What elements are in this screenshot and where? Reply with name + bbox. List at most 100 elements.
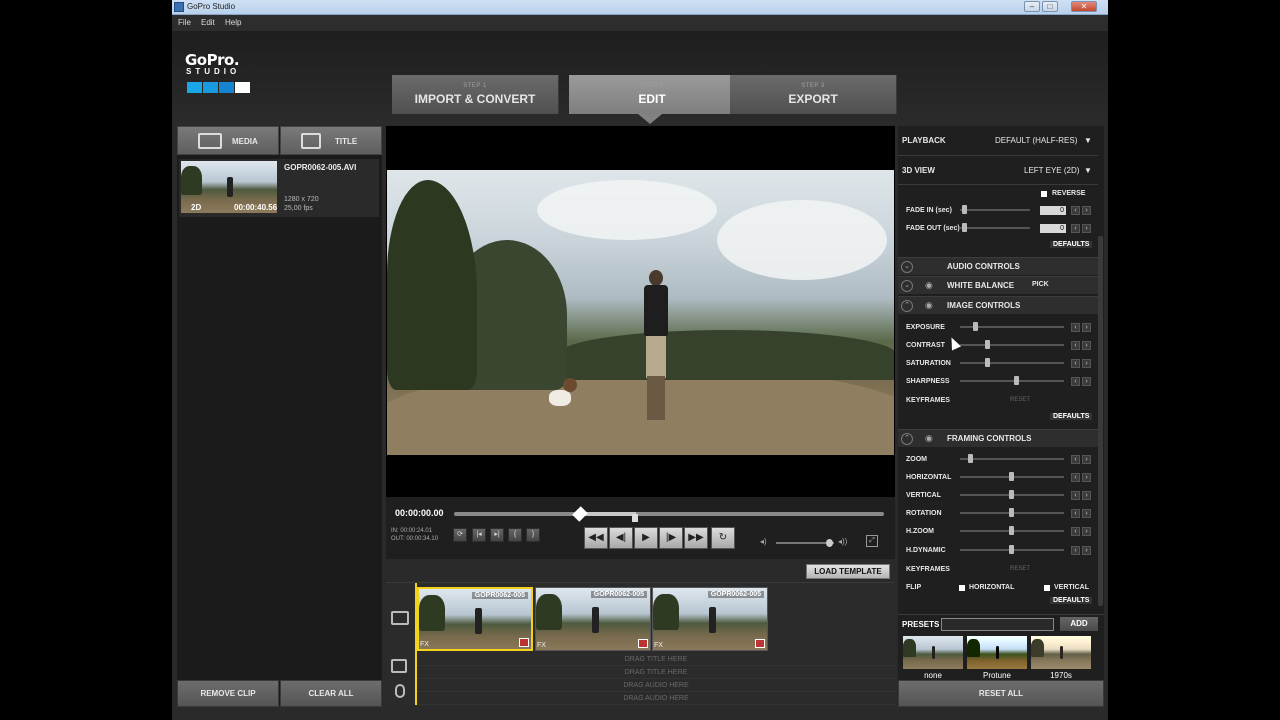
flip-horizontal-checkbox[interactable] [959,585,965,591]
media-clip-item[interactable]: 2D 00:00:40.56 GOPR0062-005.AVI 1280 x 7… [179,159,379,217]
title-drop-zone[interactable]: DRAG TITLE HERE [416,667,896,679]
fade-in-value[interactable]: 0 [1040,206,1066,215]
go-to-out-button[interactable]: ▸| [490,528,504,542]
fade-out-slider[interactable] [960,223,1030,232]
exposure-slider[interactable] [960,322,1064,331]
flip-vertical-checkbox[interactable] [1044,585,1050,591]
h-zoom-slider[interactable] [960,526,1064,535]
defaults-button[interactable]: DEFAULTS [1050,241,1093,248]
defaults-button[interactable]: DEFAULTS [1050,413,1093,420]
timeline-clip[interactable]: GOPR0062-005 FX [417,587,533,651]
preset-thumbnail[interactable] [1031,636,1091,669]
chevron-down-icon[interactable]: ▼ [1084,166,1094,175]
maximize-button[interactable]: □ [1042,1,1058,12]
chevron-down-icon[interactable]: ▼ [1084,136,1094,145]
menu-help[interactable]: Help [225,18,241,27]
audio-drop-zone[interactable]: DRAG AUDIO HERE [416,693,896,705]
zoom-arrows[interactable]: ‹ › [1071,455,1093,464]
scrub-bar[interactable] [454,506,884,522]
expand-icon[interactable]: ⌄ [901,280,913,292]
defaults-button[interactable]: DEFAULTS [1050,597,1093,604]
contrast-label: CONTRAST [906,342,945,349]
contrast-arrows[interactable]: ‹ › [1071,341,1093,350]
eye-icon[interactable]: ◉ [925,280,937,292]
loop-selection-button[interactable]: ⟳ [453,528,467,542]
image-controls-header[interactable]: ⌃ ◉ IMAGE CONTROLS [898,296,1098,314]
h-dynamic-arrows[interactable]: ‹ › [1071,546,1093,555]
fade-in-slider[interactable] [960,205,1030,214]
fade-out-value[interactable]: 0 [1040,224,1066,233]
collapse-icon[interactable]: ⌃ [901,433,913,445]
add-preset-button[interactable]: ADD [1060,617,1098,631]
load-template-button[interactable]: LOAD TEMPLATE [806,564,890,579]
tab-media[interactable]: MEDIA [177,126,279,155]
sharpness-arrows[interactable]: ‹ › [1071,377,1093,386]
vertical-arrows[interactable]: ‹ › [1071,491,1093,500]
step-forward-button[interactable]: |▶ [659,527,683,549]
audio-drop-zone[interactable]: DRAG AUDIO HERE [416,680,896,692]
saturation-arrows[interactable]: ‹ › [1071,359,1093,368]
pick-button[interactable]: PICK [1032,281,1072,288]
timeline-clip[interactable]: GOPR0062-005 FX [652,587,768,651]
h-dynamic-slider[interactable] [960,545,1064,554]
set-in-button[interactable]: { [508,528,522,542]
vertical-slider[interactable] [960,490,1064,499]
fade-in-arrows[interactable]: ‹ › [1071,206,1093,215]
fast-forward-button[interactable]: ▶▶ [684,527,708,549]
reset-all-button[interactable]: RESET ALL [898,680,1104,707]
fx-label[interactable]: FX [420,641,429,648]
horizontal-slider[interactable] [960,472,1064,481]
sharpness-slider[interactable] [960,376,1064,385]
preset-name-input[interactable] [941,618,1054,631]
fx-label[interactable]: FX [537,642,546,649]
saturation-slider[interactable] [960,358,1064,367]
reverse-checkbox[interactable] [1041,191,1047,197]
rewind-button[interactable]: ◀◀ [584,527,608,549]
rotation-slider[interactable] [960,508,1064,517]
zoom-slider[interactable] [960,454,1064,463]
minimize-button[interactable]: – [1024,1,1040,12]
volume-knob[interactable] [826,539,833,547]
go-to-in-button[interactable]: |◂ [472,528,486,542]
step-export[interactable]: STEP 3 EXPORT [730,75,897,114]
preset-thumbnail[interactable] [967,636,1027,669]
menu-edit[interactable]: Edit [201,18,215,27]
fade-out-arrows[interactable]: ‹ › [1071,224,1093,233]
framing-controls-header[interactable]: ⌃ ◉ FRAMING CONTROLS [898,429,1098,447]
horizontal-arrows[interactable]: ‹ › [1071,473,1093,482]
preset-thumbnail[interactable] [903,636,963,669]
in-point-handle[interactable] [572,506,588,522]
panel-scrollbar[interactable] [1098,236,1103,606]
tab-title[interactable]: TITLE [280,126,382,155]
timeline-clip[interactable]: GOPR0062-005 FX [535,587,651,651]
white-balance-header[interactable]: ⌄ ◉ WHITE BALANCE PICK [898,276,1098,294]
step-edit[interactable]: STEP 2 EDIT [569,75,736,114]
fx-label[interactable]: FX [654,642,663,649]
reset-keyframes-button[interactable]: RESET [1010,397,1030,403]
loop-button[interactable]: ↻ [711,527,735,549]
remove-clip-button[interactable]: REMOVE CLIP [177,680,279,707]
eye-icon[interactable]: ◉ [925,300,937,312]
expand-icon[interactable]: ⌄ [901,261,913,273]
out-point-handle[interactable] [632,514,638,522]
exposure-arrows[interactable]: ‹ › [1071,323,1093,332]
close-button[interactable]: ✕ [1071,1,1097,12]
rotation-arrows[interactable]: ‹ › [1071,509,1093,518]
audio-controls-header[interactable]: ⌄ AUDIO CONTROLS [898,257,1098,275]
eye-icon[interactable]: ◉ [925,433,937,445]
h-zoom-arrows[interactable]: ‹ › [1071,527,1093,536]
collapse-icon[interactable]: ⌃ [901,300,913,312]
volume-slider[interactable] [776,539,834,547]
title-drop-zone[interactable]: DRAG TITLE HERE [416,654,896,666]
set-out-button[interactable]: } [526,528,540,542]
clear-all-button[interactable]: CLEAR ALL [280,680,382,707]
video-viewer[interactable] [386,126,895,497]
step-import-convert[interactable]: STEP 1 IMPORT & CONVERT [392,75,559,114]
menu-file[interactable]: File [178,18,191,27]
play-button[interactable]: ▶ [634,527,658,549]
step-back-button[interactable]: ◀| [609,527,633,549]
reset-keyframes-button[interactable]: RESET [1010,566,1030,572]
fullscreen-icon[interactable]: ⤢ [866,535,878,547]
contrast-slider[interactable] [960,340,1064,349]
timeline-playhead[interactable] [415,583,417,705]
